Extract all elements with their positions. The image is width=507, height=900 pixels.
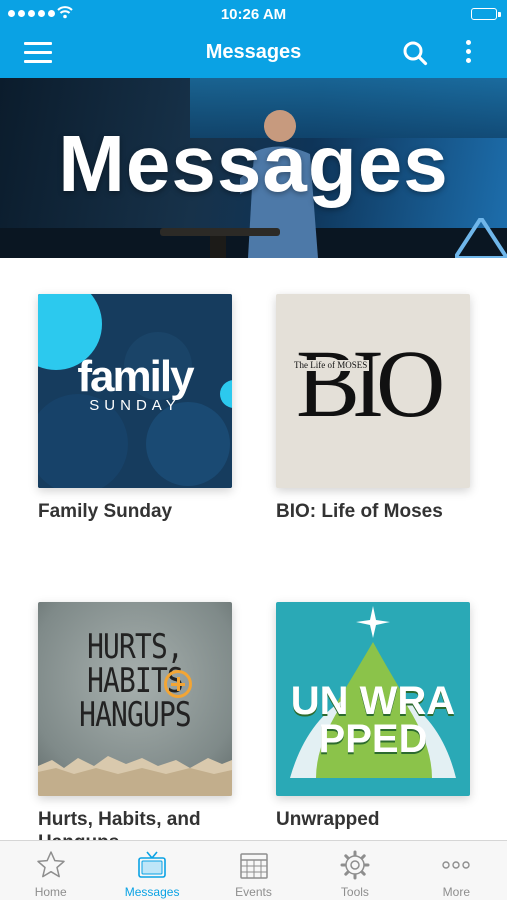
artwork-title: UN WRA PPED — [290, 679, 456, 761]
search-icon[interactable] — [402, 40, 428, 66]
series-artwork: UN WRA PPED — [276, 602, 470, 796]
tab-label: Tools — [340, 885, 369, 899]
tab-more[interactable]: More — [406, 841, 507, 900]
podium-image — [160, 228, 280, 258]
series-title: Unwrapped — [276, 809, 380, 830]
more-dots-icon — [442, 861, 471, 869]
hero-banner: Messages — [0, 78, 507, 258]
plus-circle-icon — [164, 670, 192, 698]
tab-messages[interactable]: Messages — [101, 841, 202, 900]
series-grid: family SUNDAY Family Sunday BIO The Life… — [0, 258, 507, 840]
torn-paper-image — [38, 756, 232, 796]
series-card-hurts-habits-hangups[interactable]: HURTS, HABITS HANGUPS Hurts, Habits, and… — [38, 602, 232, 840]
star-icon — [36, 851, 65, 878]
gear-icon — [340, 850, 370, 880]
nav-bar: Messages — [0, 28, 507, 78]
status-time: 10:26 AM — [220, 6, 287, 23]
series-title: BIO: Life of Moses — [276, 501, 443, 522]
series-artwork: BIO The Life of MOSES — [276, 294, 470, 488]
hero-title: Messages — [58, 119, 449, 208]
tab-label: Messages — [124, 885, 180, 899]
artwork-title: family — [77, 352, 194, 401]
artwork-subtitle: The Life of MOSES — [292, 360, 370, 371]
series-artwork: HURTS, HABITS HANGUPS — [38, 602, 232, 796]
tab-label: More — [442, 885, 470, 899]
tab-home[interactable]: Home — [0, 841, 101, 900]
series-artwork: family SUNDAY — [38, 294, 232, 488]
battery-icon — [471, 8, 501, 20]
tab-events[interactable]: Events — [203, 841, 304, 900]
nav-title: Messages — [205, 41, 302, 63]
artwork-subtitle: SUNDAY — [89, 397, 181, 414]
hamburger-menu-icon[interactable] — [24, 42, 54, 64]
series-card-family-sunday[interactable]: family SUNDAY Family Sunday — [38, 294, 232, 523]
tab-tools[interactable]: Tools — [304, 841, 405, 900]
stage-decor-image — [455, 218, 507, 258]
status-bar: 10:26 AM — [0, 0, 507, 28]
series-title: Hurts, Habits, and Hangups — [38, 809, 201, 840]
tab-label: Events — [235, 885, 272, 899]
tab-label: Home — [34, 885, 67, 899]
series-card-unwrapped[interactable]: UN WRA PPED Unwrapped — [276, 602, 470, 831]
tab-bar: Home Messages Events Tools More — [0, 840, 507, 900]
more-options-icon[interactable] — [462, 40, 474, 68]
artwork-title: BIO — [296, 330, 445, 437]
calendar-icon — [239, 853, 268, 879]
series-card-bio-life-of-moses[interactable]: BIO The Life of MOSES BIO: Life of Moses — [276, 294, 470, 523]
series-title: Family Sunday — [38, 501, 173, 522]
tv-icon — [138, 851, 166, 878]
